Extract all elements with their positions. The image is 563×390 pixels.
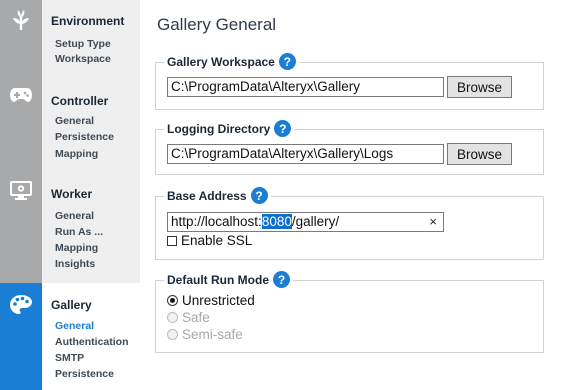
- base-address-label: Base Address: [167, 188, 247, 203]
- environment-rail-button[interactable]: [0, 8, 42, 38]
- radio-button[interactable]: [167, 295, 178, 306]
- nav-item-worker-insights[interactable]: Insights: [55, 258, 95, 270]
- logging-directory-input[interactable]: C:\ProgramData\Alteryx\Gallery\Logs: [167, 144, 444, 164]
- gamepad-icon: [10, 88, 32, 102]
- default-run-mode-group: Default Run Mode ? Unrestricted Safe Sem…: [155, 271, 544, 353]
- run-mode-semi-safe-radio: Semi-safe: [167, 327, 243, 342]
- nav-heading-environment[interactable]: Environment: [51, 14, 124, 28]
- radio-selected-dot: [170, 298, 175, 303]
- run-mode-safe-radio: Safe: [167, 310, 210, 325]
- monitor-gear-icon: [10, 181, 32, 200]
- help-icon[interactable]: ?: [278, 53, 296, 70]
- nav-heading-controller[interactable]: Controller: [51, 94, 108, 108]
- logging-directory-label: Logging Directory: [167, 121, 271, 136]
- nav-item-gallery-authentication[interactable]: Authentication: [55, 336, 129, 348]
- gallery-workspace-group: Gallery Workspace ? C:\ProgramData\Alter…: [155, 53, 544, 110]
- base-address-port-selection: 8080: [261, 214, 292, 229]
- help-icon[interactable]: ?: [250, 187, 268, 204]
- nav-item-controller-mapping[interactable]: Mapping: [55, 148, 98, 160]
- nav-section-gallery: Gallery General Authentication SMTP Pers…: [42, 283, 140, 390]
- base-address-legend: Base Address ?: [164, 187, 271, 204]
- nav-item-gallery-smtp[interactable]: SMTP: [55, 352, 84, 364]
- radio-button: [167, 312, 178, 323]
- enable-ssl-checkbox[interactable]: Enable SSL: [167, 233, 252, 248]
- enable-ssl-label[interactable]: Enable SSL: [181, 233, 252, 248]
- palette-icon: [10, 295, 32, 314]
- checkbox-box[interactable]: [167, 235, 177, 246]
- gallery-workspace-browse-button[interactable]: Browse: [447, 76, 512, 98]
- leaf-icon: [13, 10, 29, 30]
- base-address-prefix: http://localhost:: [171, 214, 262, 229]
- help-icon[interactable]: ?: [273, 271, 290, 288]
- help-icon[interactable]: ?: [274, 120, 292, 137]
- nav-section-environment: Environment Setup Type Workspace: [42, 0, 140, 80]
- nav-item-controller-general[interactable]: General: [55, 115, 94, 127]
- icon-rail: [0, 0, 42, 390]
- nav-section-worker: Worker General Run As ... Mapping Insigh…: [42, 175, 140, 283]
- gallery-workspace-legend: Gallery Workspace ?: [164, 53, 299, 70]
- logging-directory-browse-button[interactable]: Browse: [447, 143, 512, 165]
- nav-item-controller-persistence[interactable]: Persistence: [55, 131, 114, 143]
- run-mode-unrestricted-label[interactable]: Unrestricted: [182, 293, 255, 308]
- default-run-mode-label: Default Run Mode: [167, 272, 269, 287]
- page-title: Gallery General: [157, 15, 277, 34]
- run-mode-unrestricted-radio[interactable]: Unrestricted: [167, 293, 255, 308]
- gallery-rail-button[interactable]: [0, 283, 42, 390]
- base-address-suffix: /gallery/: [291, 214, 340, 229]
- nav-item-worker-mapping[interactable]: Mapping: [55, 242, 98, 254]
- gallery-workspace-label: Gallery Workspace: [167, 54, 275, 69]
- nav-heading-gallery[interactable]: Gallery: [51, 298, 92, 312]
- base-address-group: Base Address ? http://localhost:8080/gal…: [155, 187, 544, 260]
- run-mode-semi-safe-label: Semi-safe: [182, 327, 243, 342]
- run-mode-safe-label: Safe: [182, 310, 210, 325]
- nav-item-worker-general[interactable]: General: [55, 210, 94, 222]
- nav-section-controller: Controller General Persistence Mapping: [42, 80, 140, 175]
- settings-nav: Environment Setup Type Workspace Control…: [42, 0, 140, 390]
- nav-heading-worker[interactable]: Worker: [51, 187, 92, 201]
- nav-item-workspace[interactable]: Workspace: [55, 53, 111, 65]
- radio-button: [167, 329, 178, 340]
- controller-rail-button[interactable]: [0, 86, 42, 112]
- clear-icon[interactable]: ×: [429, 213, 437, 231]
- logging-directory-legend: Logging Directory ?: [164, 120, 295, 137]
- default-run-mode-legend: Default Run Mode ?: [164, 271, 293, 288]
- nav-item-gallery-persistence[interactable]: Persistence: [55, 368, 114, 380]
- logging-directory-group: Logging Directory ? C:\ProgramData\Alter…: [155, 120, 544, 175]
- worker-rail-button[interactable]: [0, 180, 42, 206]
- base-address-input[interactable]: http://localhost:8080/gallery/ ×: [167, 212, 444, 232]
- nav-item-gallery-general[interactable]: General: [55, 320, 94, 332]
- nav-item-worker-run-as[interactable]: Run As ...: [55, 226, 103, 238]
- nav-item-setup-type[interactable]: Setup Type: [55, 38, 111, 50]
- gallery-workspace-input[interactable]: C:\ProgramData\Alteryx\Gallery: [167, 77, 444, 97]
